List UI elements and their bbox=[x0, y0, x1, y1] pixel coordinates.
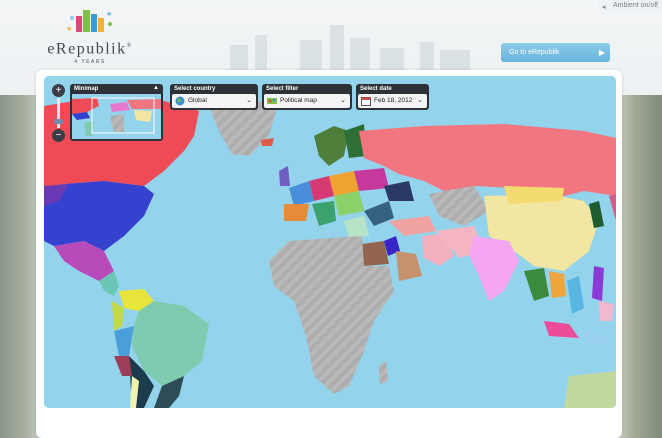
right-city-background bbox=[617, 95, 662, 438]
ambient-label: Ambient on/off bbox=[612, 2, 658, 9]
erepublik-logo[interactable]: ★ ★ eRepublik® 4 YEARS bbox=[40, 6, 140, 70]
zoom-in-button[interactable]: + bbox=[52, 84, 65, 97]
zoom-control: + − bbox=[52, 84, 66, 142]
filter-select[interactable]: Political map ⌄ bbox=[264, 94, 350, 108]
zoom-in-glyph: + bbox=[55, 85, 62, 96]
minimap-label: Minimap bbox=[74, 86, 99, 92]
go-to-erepublik-button[interactable]: Go to eRepublik ▶ bbox=[501, 43, 610, 62]
select-filter-box: Select filter Political map ⌄ bbox=[262, 84, 352, 110]
speaker-icon: ◂ bbox=[601, 4, 606, 11]
chevron-down-icon: ⌄ bbox=[246, 97, 252, 104]
chevron-down-icon: ⌄ bbox=[340, 97, 346, 104]
minimap-view[interactable] bbox=[72, 94, 161, 139]
zoom-out-button[interactable]: − bbox=[52, 129, 65, 142]
country-select[interactable]: Global ⌄ bbox=[172, 94, 256, 108]
filter-value: Political map bbox=[280, 97, 317, 104]
chevron-right-icon: ▶ bbox=[598, 48, 605, 57]
select-country-box: Select country Global ⌄ bbox=[170, 84, 258, 110]
select-date-box: Select date Feb 18, 2012 ⌄ bbox=[356, 84, 429, 110]
svg-text:★: ★ bbox=[66, 25, 72, 33]
country-value: Global bbox=[188, 97, 207, 104]
select-country-label: Select country bbox=[174, 86, 216, 92]
globe-icon bbox=[175, 96, 185, 106]
logo-flags-graphic: ★ ★ bbox=[40, 6, 140, 38]
chevron-up-icon[interactable]: ▲ bbox=[153, 84, 159, 93]
select-filter-label: Select filter bbox=[266, 86, 299, 92]
ambient-toggle[interactable]: ◂ Ambient on/off bbox=[598, 0, 662, 11]
logo-wordmark: eRepublik® bbox=[40, 38, 140, 57]
chevron-down-icon: ⌄ bbox=[417, 97, 423, 104]
date-value: Feb 18, 2012 bbox=[374, 97, 413, 104]
zoom-slider-handle[interactable] bbox=[54, 119, 63, 124]
select-date-label: Select date bbox=[360, 86, 392, 92]
map-filter-icon bbox=[267, 98, 277, 104]
date-select[interactable]: Feb 18, 2012 ⌄ bbox=[358, 94, 427, 108]
logo-text: eRepublik bbox=[47, 40, 127, 58]
zoom-out-glyph: − bbox=[55, 130, 62, 141]
logo-years: 4 YEARS bbox=[74, 59, 106, 66]
calendar-icon bbox=[361, 97, 371, 106]
logo-registered-mark: ® bbox=[126, 43, 133, 49]
go-to-label: Go to eRepublik bbox=[509, 49, 560, 56]
minimap-panel: Minimap ▲ bbox=[70, 84, 163, 141]
svg-text:★: ★ bbox=[106, 10, 112, 18]
left-city-background bbox=[0, 95, 40, 438]
